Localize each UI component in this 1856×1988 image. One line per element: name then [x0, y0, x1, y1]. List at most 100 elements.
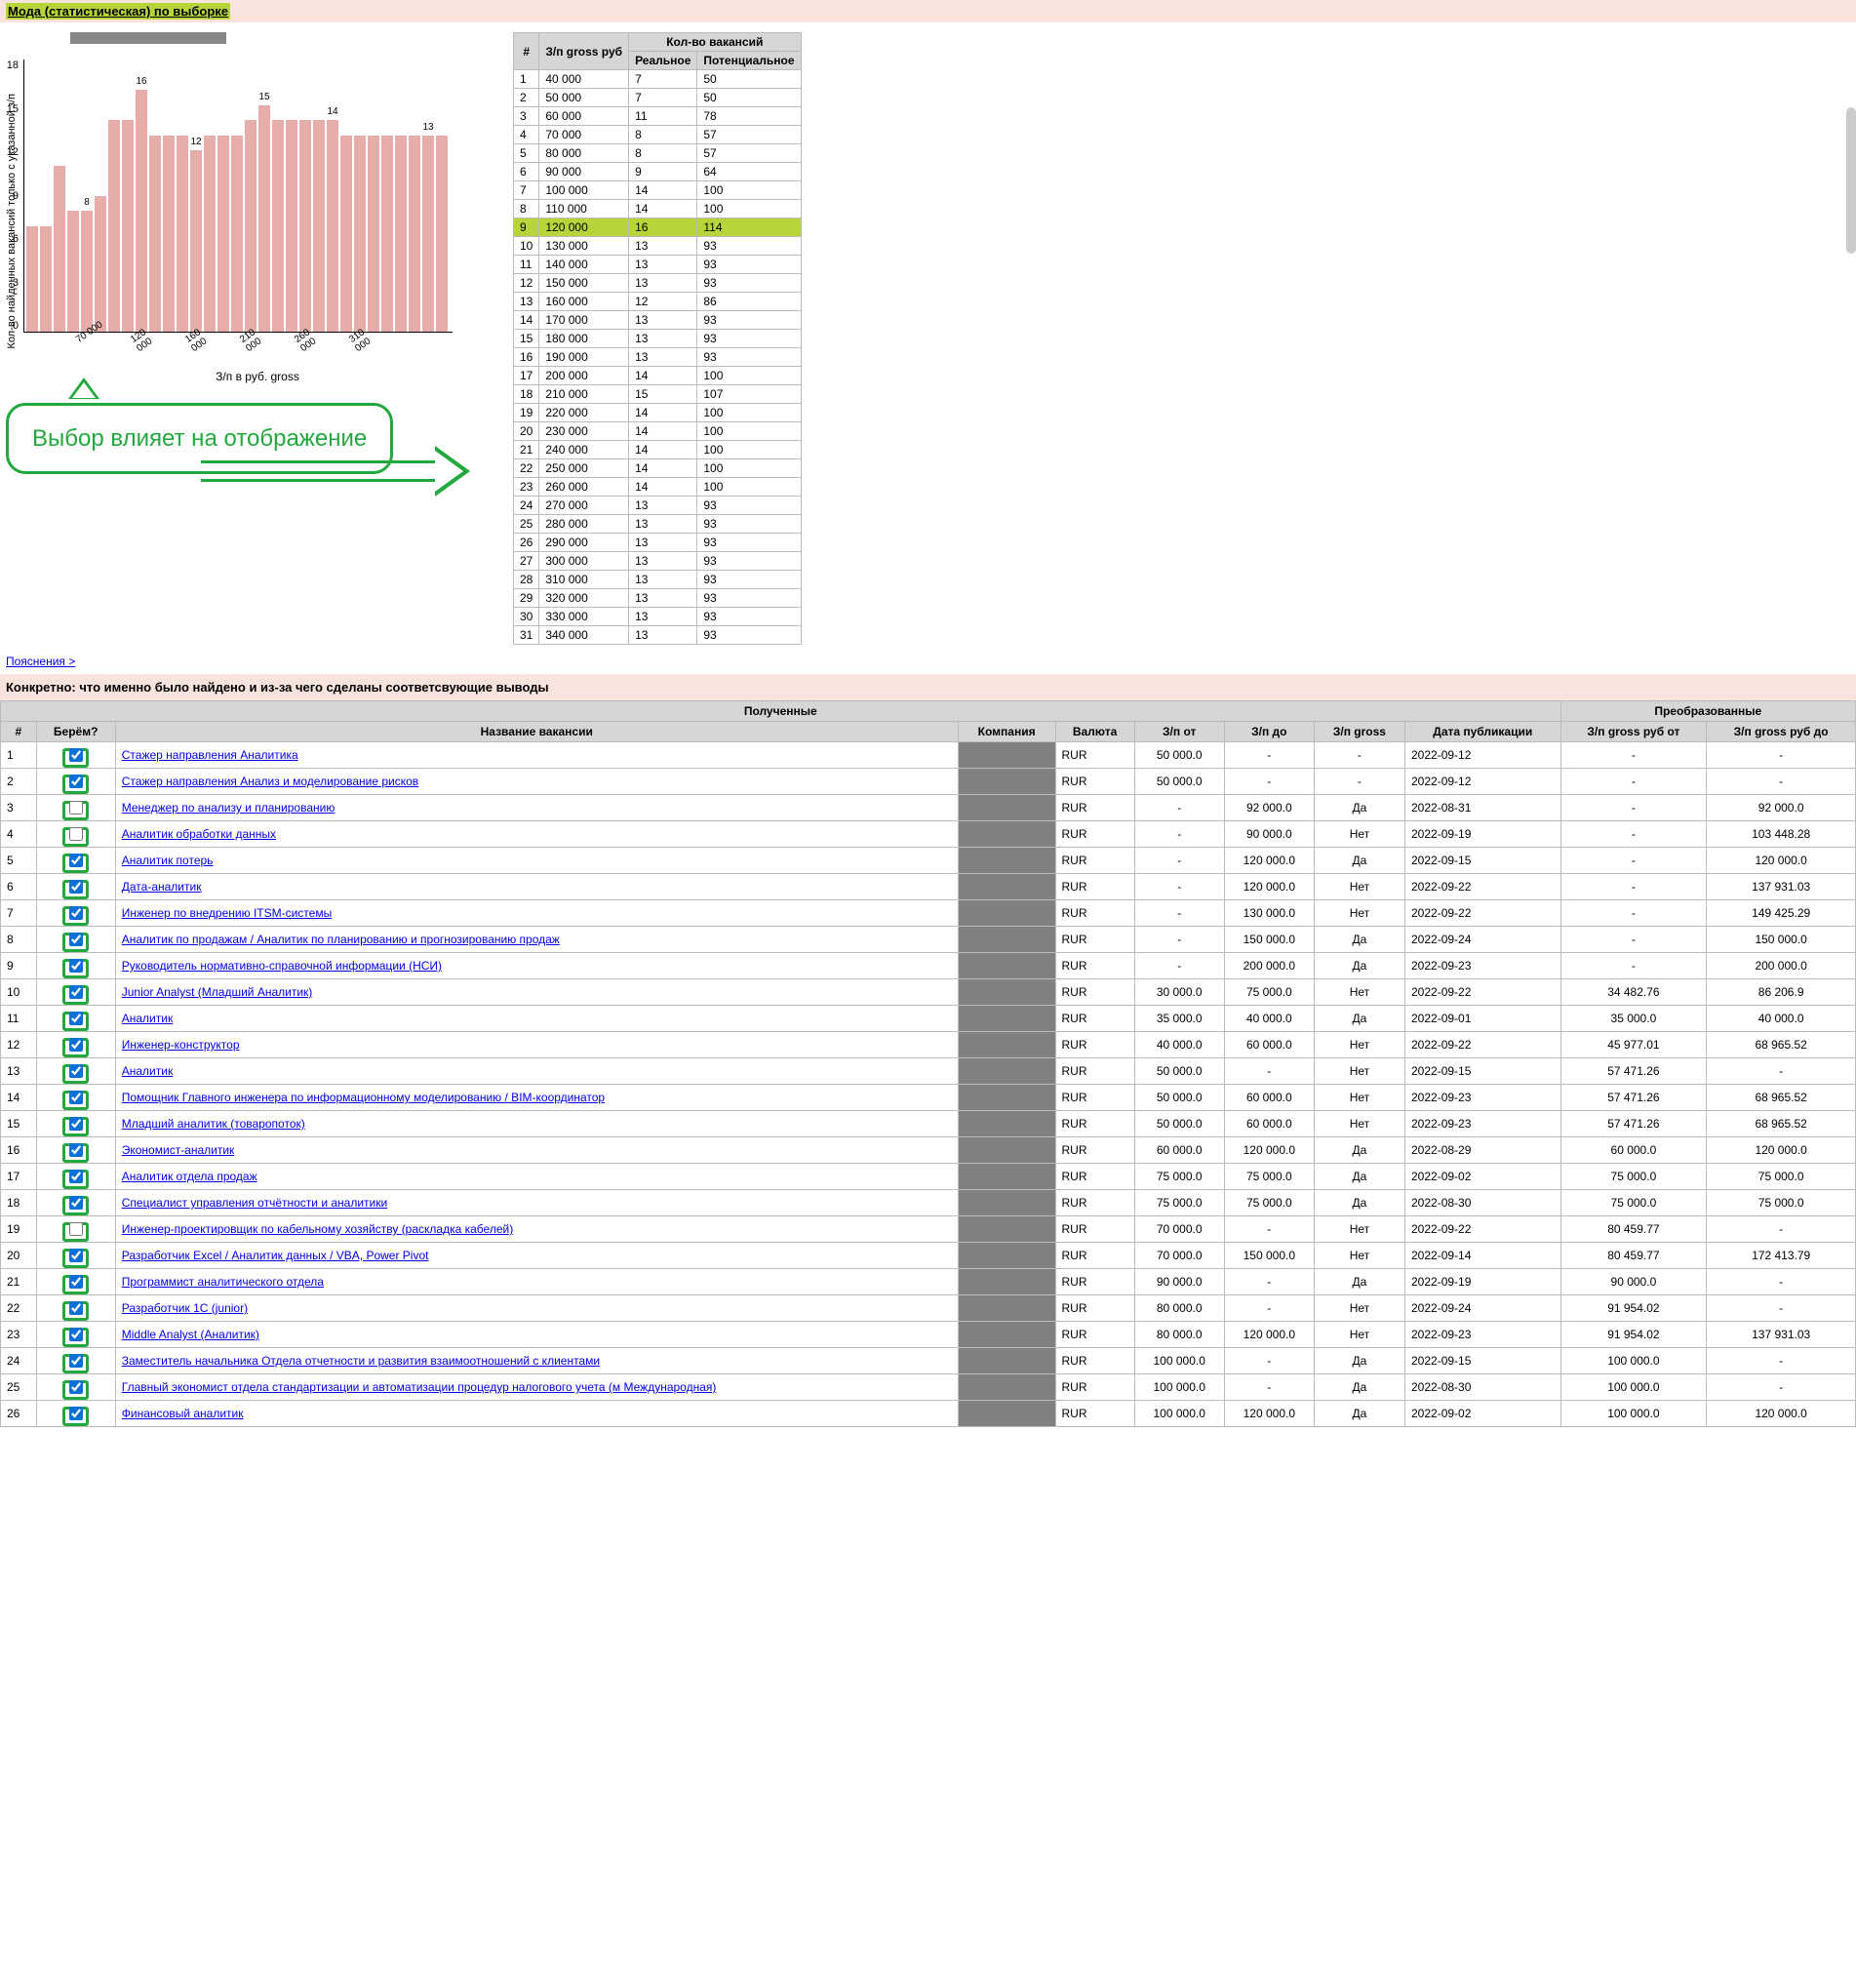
- vacancy-link[interactable]: Менеджер по анализу и планированию: [122, 801, 336, 815]
- select-checkbox[interactable]: [69, 1380, 83, 1394]
- table-row: 23Middle Analyst (Аналитик)RUR80 000.012…: [1, 1322, 1856, 1348]
- select-checkbox[interactable]: [69, 1143, 83, 1157]
- company-cell: [958, 1216, 1055, 1243]
- vacancy-link[interactable]: Программист аналитического отдела: [122, 1275, 324, 1289]
- select-checkbox[interactable]: [69, 933, 83, 946]
- scrollbar[interactable]: [1846, 107, 1856, 254]
- company-cell: [958, 1085, 1055, 1111]
- select-checkbox[interactable]: [69, 775, 83, 788]
- select-checkbox[interactable]: [69, 1275, 83, 1289]
- vacancy-link[interactable]: Главный экономист отдела стандартизации …: [122, 1380, 717, 1394]
- vacancy-link[interactable]: Разработчик Excel / Аналитик данных / VB…: [122, 1249, 429, 1262]
- vacancy-link[interactable]: Инженер-конструктор: [122, 1038, 240, 1052]
- res-col-5: З/п от: [1134, 722, 1224, 742]
- select-checkbox[interactable]: [69, 1064, 83, 1078]
- explain-link[interactable]: Пояснения >: [6, 655, 75, 668]
- col-potential: Потенциальное: [697, 52, 801, 70]
- vacancy-link[interactable]: Аналитик отдела продаж: [122, 1170, 257, 1183]
- vacancy-link[interactable]: Аналитик потерь: [122, 854, 214, 867]
- chart-bar: [368, 136, 379, 333]
- select-checkbox[interactable]: [69, 748, 83, 762]
- company-cell: [958, 1243, 1055, 1269]
- chart-bar: [354, 136, 366, 333]
- stat-row: 14170 0001393: [514, 311, 802, 330]
- vacancy-link[interactable]: Инженер по внедрению ITSM-системы: [122, 906, 332, 920]
- res-col-7: З/п gross: [1314, 722, 1404, 742]
- select-checkbox[interactable]: [69, 1222, 83, 1236]
- company-cell: [958, 1137, 1055, 1164]
- select-checkbox[interactable]: [69, 1249, 83, 1262]
- select-checkbox[interactable]: [69, 1301, 83, 1315]
- table-row: 21Программист аналитического отделаRUR90…: [1, 1269, 1856, 1295]
- chart-bar: 16: [136, 90, 147, 332]
- chart-plot-area: 1815129630 81612151413: [23, 60, 453, 333]
- vacancy-link[interactable]: Аналитик: [122, 1064, 173, 1078]
- table-row: 11АналитикRUR35 000.040 000.0Да2022-09-0…: [1, 1006, 1856, 1032]
- vacancy-link[interactable]: Финансовый аналитик: [122, 1407, 244, 1420]
- vacancy-link[interactable]: Аналитик по продажам / Аналитик по плани…: [122, 933, 560, 946]
- vacancy-link[interactable]: Аналитик обработки данных: [122, 827, 276, 841]
- stat-row: 8110 00014100: [514, 200, 802, 219]
- select-checkbox[interactable]: [69, 1328, 83, 1341]
- vacancy-link[interactable]: Младший аналитик (товаропоток): [122, 1117, 305, 1131]
- chart-bar: [217, 136, 229, 333]
- select-checkbox[interactable]: [69, 1354, 83, 1368]
- chart-bar: [231, 136, 243, 333]
- stat-row: 140 000750: [514, 70, 802, 89]
- res-col-10: З/п gross руб до: [1707, 722, 1856, 742]
- vacancy-link[interactable]: Помощник Главного инженера по информацио…: [122, 1091, 605, 1104]
- select-checkbox[interactable]: [69, 801, 83, 815]
- select-checkbox[interactable]: [69, 959, 83, 973]
- vacancy-link[interactable]: Junior Analyst (Младший Аналитик): [122, 985, 313, 999]
- company-cell: [958, 1164, 1055, 1190]
- chart-bar: [54, 166, 65, 333]
- vacancy-link[interactable]: Заместитель начальника Отдела отчетности…: [122, 1354, 600, 1368]
- stat-row: 31340 0001393: [514, 626, 802, 645]
- vacancy-link[interactable]: Дата-аналитик: [122, 880, 202, 894]
- vacancy-link[interactable]: Разработчик 1С (junior): [122, 1301, 248, 1315]
- chart-bar: 14: [327, 120, 338, 332]
- stat-table: # З/п gross руб Кол-во вакансий Реальное…: [513, 32, 802, 645]
- select-checkbox[interactable]: [69, 1091, 83, 1104]
- table-row: 18Специалист управления отчётности и ана…: [1, 1190, 1856, 1216]
- select-checkbox[interactable]: [69, 1170, 83, 1183]
- select-checkbox[interactable]: [69, 1196, 83, 1210]
- vacancy-link[interactable]: Стажер направления Анализ и моделировани…: [122, 775, 418, 788]
- vacancy-link[interactable]: Аналитик: [122, 1012, 173, 1025]
- vacancy-link[interactable]: Инженер-проектировщик по кабельному хозя…: [122, 1222, 513, 1236]
- vacancy-link[interactable]: Экономист-аналитик: [122, 1143, 235, 1157]
- table-row: 26Финансовый аналитикRUR100 000.0120 000…: [1, 1401, 1856, 1427]
- vacancy-link[interactable]: Специалист управления отчётности и анали…: [122, 1196, 387, 1210]
- select-checkbox[interactable]: [69, 827, 83, 841]
- vacancy-link[interactable]: Middle Analyst (Аналитик): [122, 1328, 259, 1341]
- select-checkbox[interactable]: [69, 1012, 83, 1025]
- res-col-6: З/п до: [1224, 722, 1314, 742]
- select-checkbox[interactable]: [69, 1117, 83, 1131]
- chart-container: Кол-во найденных вакансий только с указа…: [6, 32, 494, 565]
- stat-row: 18210 00015107: [514, 385, 802, 404]
- chart-bar: 13: [422, 136, 434, 333]
- vacancy-link[interactable]: Руководитель нормативно-справочной инфор…: [122, 959, 442, 973]
- chart-legend-placeholder: [70, 32, 226, 44]
- table-row: 5Аналитик потерьRUR-120 000.0Да2022-09-1…: [1, 848, 1856, 874]
- col-group: Кол-во вакансий: [629, 33, 801, 52]
- select-checkbox[interactable]: [69, 1407, 83, 1420]
- stat-row: 21240 00014100: [514, 441, 802, 459]
- chart-bar: [381, 136, 393, 333]
- select-checkbox[interactable]: [69, 985, 83, 999]
- table-row: 19Инженер-проектировщик по кабельному хо…: [1, 1216, 1856, 1243]
- select-checkbox[interactable]: [69, 880, 83, 894]
- chart-bar: [204, 136, 216, 333]
- select-checkbox[interactable]: [69, 1038, 83, 1052]
- select-checkbox[interactable]: [69, 906, 83, 920]
- stat-row: 19220 00014100: [514, 404, 802, 422]
- table-row: 12Инженер-конструкторRUR40 000.060 000.0…: [1, 1032, 1856, 1058]
- vacancy-link[interactable]: Стажер направления Аналитика: [122, 748, 298, 762]
- table-row: 15Младший аналитик (товаропоток)RUR50 00…: [1, 1111, 1856, 1137]
- res-col-1: Берём?: [36, 722, 115, 742]
- select-checkbox[interactable]: [69, 854, 83, 867]
- table-row: 24Заместитель начальника Отдела отчетнос…: [1, 1348, 1856, 1374]
- company-cell: [958, 1269, 1055, 1295]
- company-cell: [958, 795, 1055, 821]
- group-transformed: Преобразованные: [1560, 701, 1856, 722]
